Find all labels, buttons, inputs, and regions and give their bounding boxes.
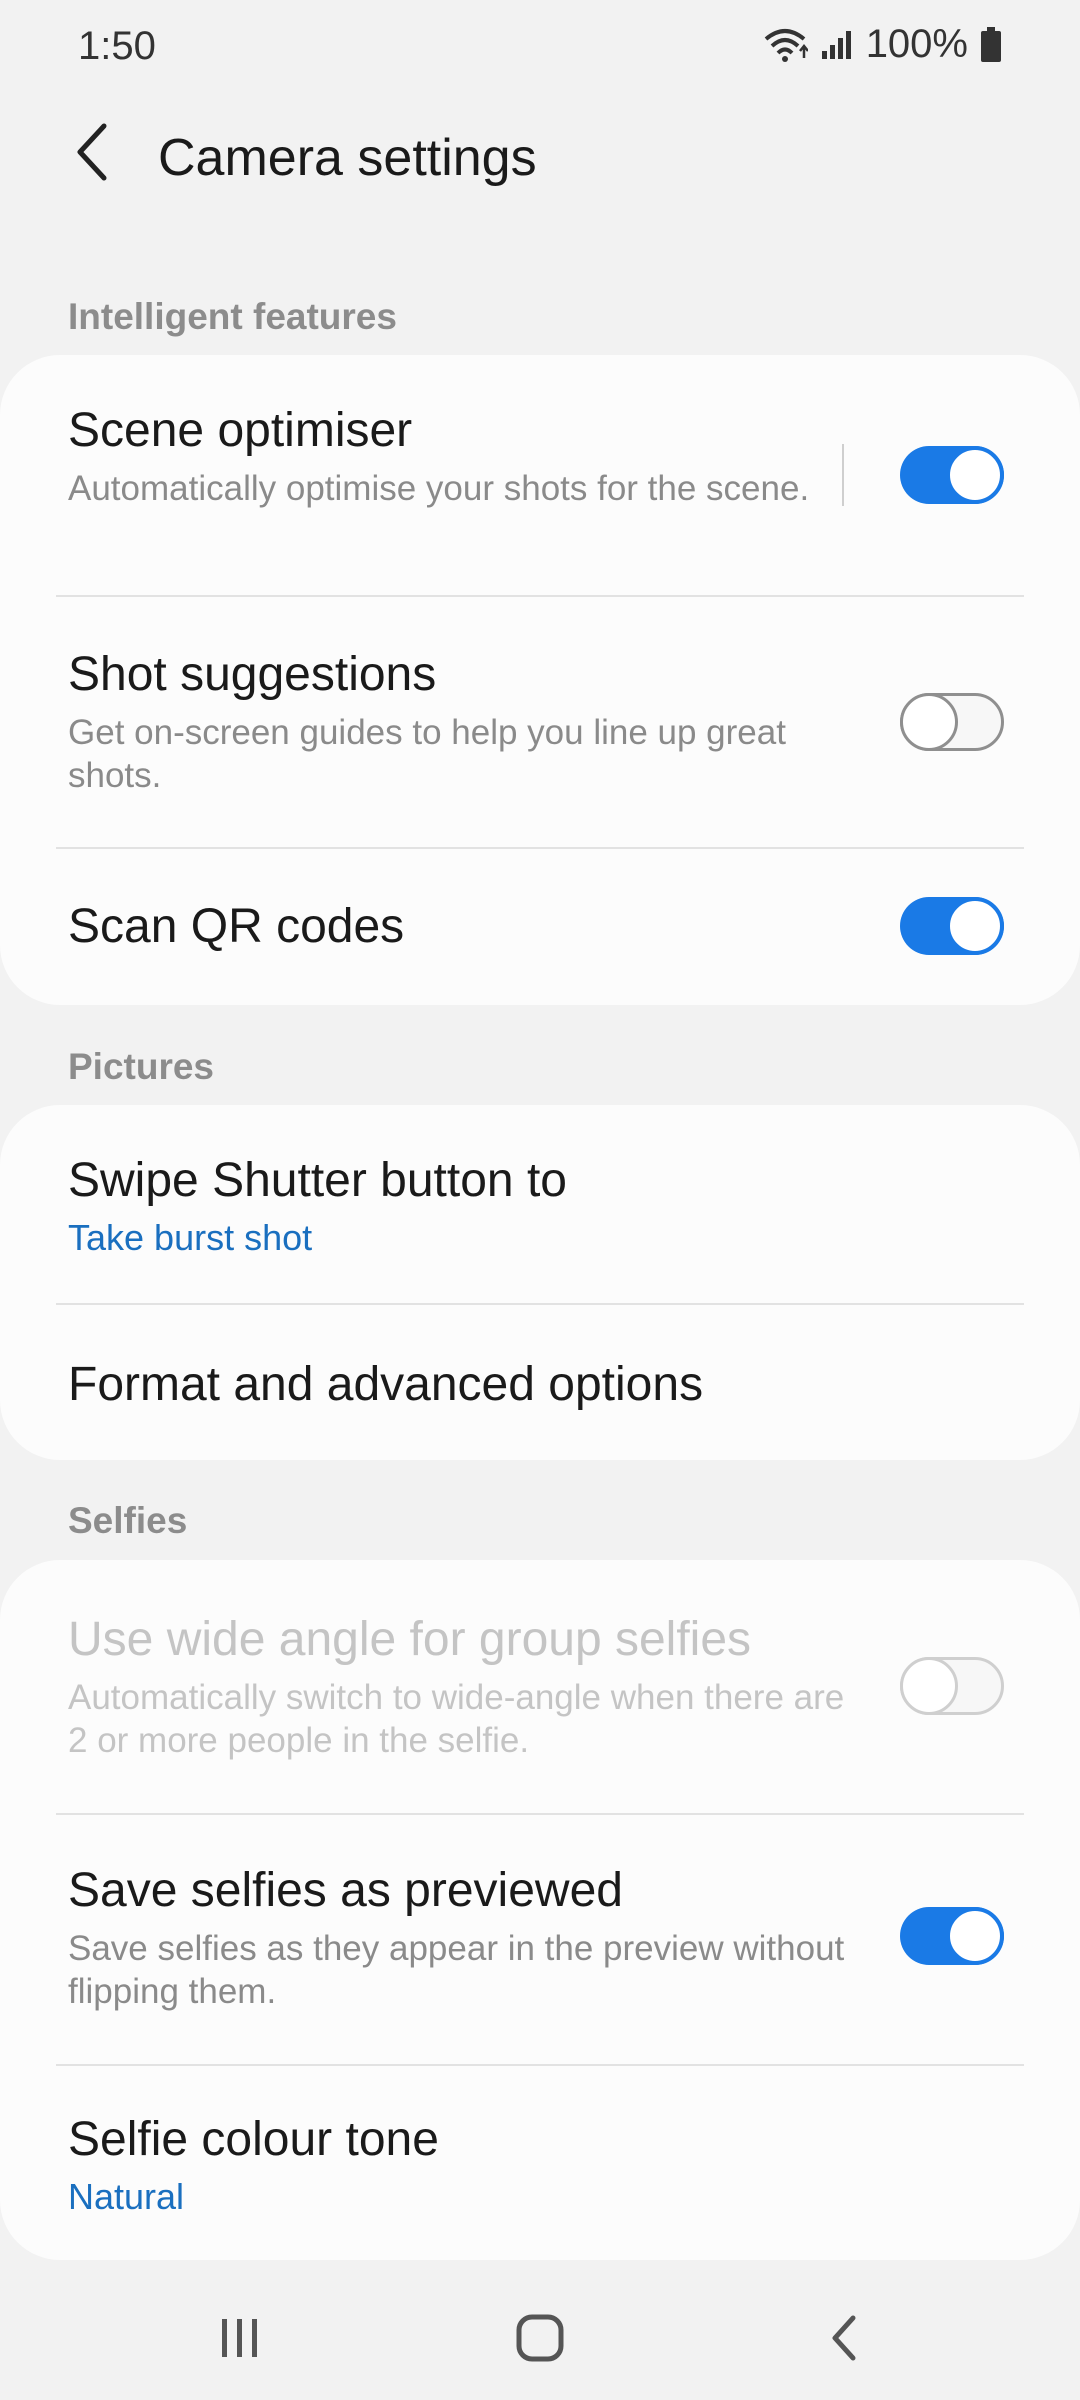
recent-apps-button[interactable] bbox=[200, 2300, 280, 2380]
recent-apps-icon bbox=[217, 2315, 263, 2366]
vertical-separator bbox=[842, 444, 844, 506]
wide-angle-subtitle: Automatically switch to wide-angle when … bbox=[68, 1678, 845, 1760]
save-previewed-toggle[interactable] bbox=[900, 1907, 1004, 1965]
shot-suggestions-subtitle: Get on-screen guides to help you line up… bbox=[68, 713, 786, 795]
section-header-pictures: Pictures bbox=[68, 1046, 215, 1087]
toggle-knob bbox=[946, 1907, 1004, 1965]
navigation-bar bbox=[0, 2270, 1080, 2400]
shot-suggestions-toggle[interactable] bbox=[900, 693, 1004, 751]
back-arrow-icon bbox=[72, 122, 112, 187]
toggle-knob bbox=[900, 693, 958, 751]
card-intelligent-features: Scene optimiser Automatically optimise y… bbox=[0, 355, 1080, 1005]
swipe-shutter-value: Take burst shot bbox=[68, 1217, 313, 1258]
home-icon bbox=[515, 2313, 565, 2368]
battery-icon bbox=[980, 26, 1002, 63]
card-pictures: Swipe Shutter button to Take burst shot … bbox=[0, 1105, 1080, 1460]
scene-optimiser-title: Scene optimiser bbox=[68, 404, 413, 457]
scene-optimiser-toggle[interactable] bbox=[900, 446, 1004, 504]
shot-suggestions-title: Shot suggestions bbox=[68, 648, 437, 701]
wide-angle-title: Use wide angle for group selfies bbox=[68, 1613, 752, 1666]
back-icon bbox=[827, 2314, 861, 2367]
back-button[interactable] bbox=[62, 122, 122, 187]
row-swipe-shutter[interactable]: Swipe Shutter button to Take burst shot bbox=[0, 1105, 1080, 1303]
wifi-icon bbox=[762, 27, 808, 63]
section-header-selfies: Selfies bbox=[68, 1500, 188, 1541]
save-previewed-title: Save selfies as previewed bbox=[68, 1864, 623, 1917]
toggle-knob bbox=[946, 897, 1004, 955]
scene-optimiser-subtitle: Automatically optimise your shots for th… bbox=[68, 469, 810, 508]
save-previewed-subtitle: Save selfies as they appear in the previ… bbox=[68, 1929, 845, 2011]
signal-icon bbox=[820, 29, 854, 61]
row-save-previewed[interactable]: Save selfies as previewed Save selfies a… bbox=[0, 1815, 1080, 2064]
battery-text: 100% bbox=[865, 22, 968, 66]
row-shot-suggestions[interactable]: Shot suggestions Get on-screen guides to… bbox=[0, 597, 1080, 847]
toggle-knob bbox=[900, 1657, 958, 1715]
nav-back-button[interactable] bbox=[804, 2300, 884, 2380]
row-format-options[interactable]: Format and advanced options bbox=[0, 1305, 1080, 1460]
status-bar: 1:50 100% bbox=[0, 0, 1080, 96]
colour-tone-title: Selfie colour tone bbox=[68, 2113, 439, 2166]
colour-tone-value: Natural bbox=[68, 2176, 185, 2217]
toggle-knob bbox=[946, 446, 1004, 504]
row-colour-tone[interactable]: Selfie colour tone Natural bbox=[0, 2066, 1080, 2260]
card-selfies: Use wide angle for group selfies Automat… bbox=[0, 1560, 1080, 2260]
status-icons: 100% bbox=[762, 22, 1002, 67]
scan-qr-title: Scan QR codes bbox=[68, 900, 405, 953]
app-header: Camera settings bbox=[0, 110, 1080, 200]
home-button[interactable] bbox=[500, 2300, 580, 2380]
wide-angle-toggle[interactable] bbox=[900, 1657, 1004, 1715]
row-scan-qr-codes[interactable]: Scan QR codes bbox=[0, 849, 1080, 1005]
swipe-shutter-title: Swipe Shutter button to bbox=[68, 1154, 567, 1207]
page-title: Camera settings bbox=[158, 129, 537, 187]
row-wide-angle[interactable]: Use wide angle for group selfies Automat… bbox=[0, 1560, 1080, 1813]
scan-qr-toggle[interactable] bbox=[900, 897, 1004, 955]
section-header-intelligent: Intelligent features bbox=[68, 296, 397, 337]
status-time: 1:50 bbox=[78, 24, 156, 68]
row-scene-optimiser[interactable]: Scene optimiser Automatically optimise y… bbox=[0, 355, 1080, 595]
format-options-title: Format and advanced options bbox=[68, 1358, 704, 1411]
